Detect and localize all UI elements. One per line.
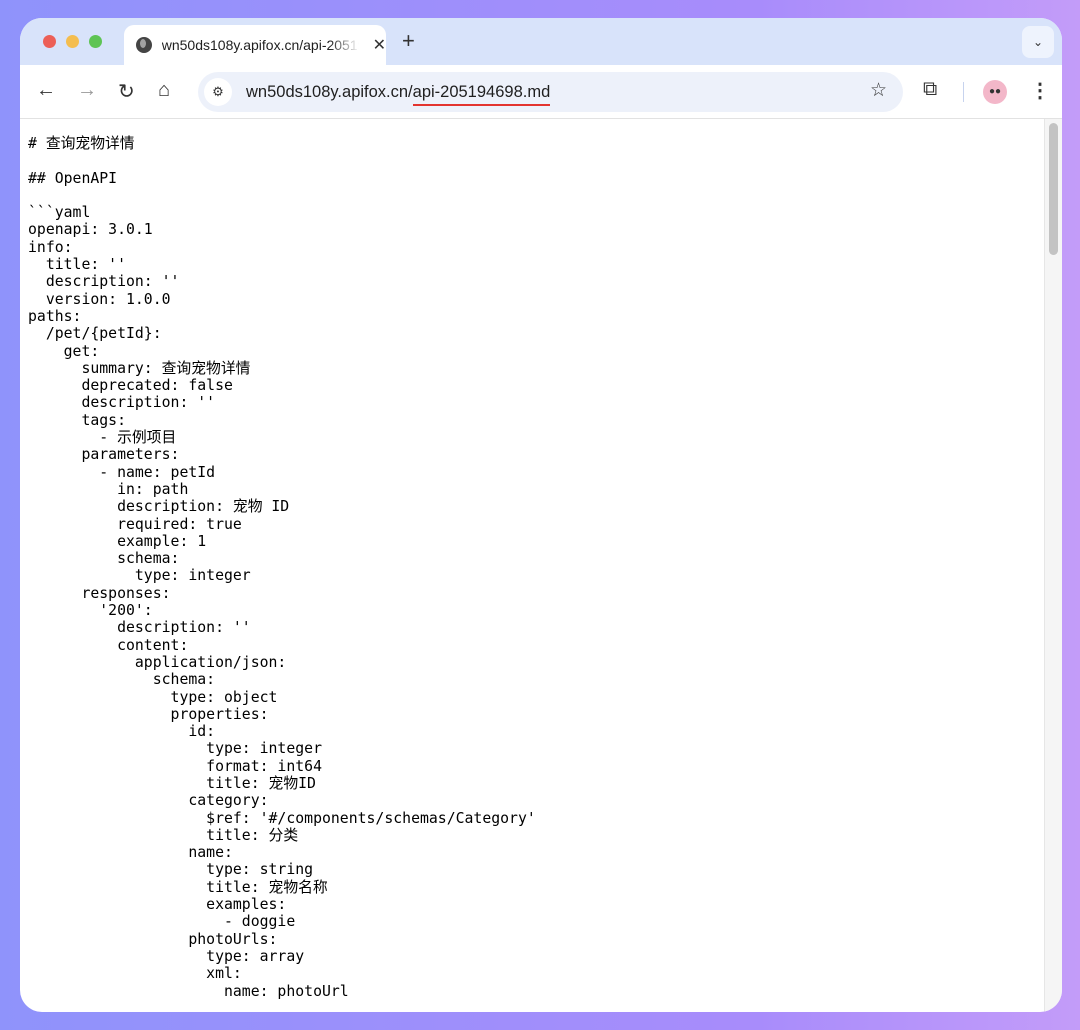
text-line: get:	[28, 342, 100, 360]
text-line: - doggie	[28, 913, 296, 931]
text-line: type: array	[28, 947, 305, 965]
text-line: name: photoUrl	[28, 982, 349, 1000]
text-line: description: ''	[28, 273, 180, 291]
new-tab-button[interactable]: +	[402, 28, 415, 54]
text-line: ```yaml	[28, 204, 91, 222]
scrollbar-thumb[interactable]	[1049, 123, 1058, 255]
minimize-window-button[interactable]	[66, 35, 79, 48]
text-line: title: 分类	[28, 826, 299, 844]
text-line: type: string	[28, 861, 314, 879]
text-line: - name: petId	[28, 463, 216, 481]
page-content: # 查询宠物详情 ## OpenAPI ```yaml openapi: 3.0.1 i…	[20, 119, 1062, 1012]
divider	[963, 82, 964, 102]
text-line: title: 宠物ID	[28, 774, 316, 792]
text-line: description: ''	[28, 394, 216, 412]
text-line: id:	[28, 723, 216, 741]
close-window-button[interactable]	[43, 35, 56, 48]
extensions-puzzle-icon[interactable]: ⧉	[923, 78, 937, 101]
text-line: version: 1.0.0	[28, 290, 171, 308]
text-line: tags:	[28, 411, 126, 429]
scrollbar[interactable]	[1044, 119, 1062, 1012]
text-line: title: 宠物名称	[28, 878, 328, 896]
text-line: '200':	[28, 602, 153, 620]
text-line: # 查询宠物详情	[28, 135, 135, 152]
close-tab-icon[interactable]: ✕	[373, 35, 386, 55]
address-bar[interactable]: ⚙ wn50ds108y.apifox.cn/api-205194698.md …	[198, 72, 903, 112]
text-line: - 示例项目	[28, 429, 177, 447]
toolbar: ← → ↻ ⌂ ⚙ wn50ds108y.apifox.cn/api-20519…	[20, 65, 1062, 119]
browser-window: wn50ds108y.apifox.cn/api-205194698.md ✕ …	[20, 18, 1062, 1012]
text-line: schema:	[28, 550, 180, 568]
tab-active[interactable]: wn50ds108y.apifox.cn/api-205194698.md ✕	[124, 25, 386, 65]
text-line: format: int64	[28, 757, 322, 775]
tab-search-chevron-down-icon[interactable]: ⌄	[1022, 26, 1054, 58]
text-line: in: path	[28, 480, 189, 498]
text-line: type: object	[28, 688, 278, 706]
profile-avatar[interactable]: ●●	[983, 80, 1007, 104]
text-line: summary: 查询宠物详情	[28, 359, 251, 377]
text-line: paths:	[28, 307, 82, 325]
text-line: info:	[28, 238, 73, 256]
text-line: content:	[28, 636, 189, 654]
text-line: type: integer	[28, 567, 251, 585]
text-line	[28, 187, 536, 204]
url-text[interactable]: wn50ds108y.apifox.cn/api-205194698.md	[246, 83, 550, 102]
globe-icon	[136, 37, 152, 53]
text-line: example: 1	[28, 532, 207, 550]
url-path: api-205194698.md	[412, 82, 551, 101]
site-settings-icon[interactable]: ⚙	[204, 78, 232, 106]
text-line: parameters:	[28, 446, 180, 464]
text-line: application/json:	[28, 653, 287, 671]
text-line: category:	[28, 792, 269, 810]
home-button[interactable]: ⌂	[158, 79, 170, 102]
reload-button[interactable]: ↻	[118, 79, 135, 104]
text-line: photoUrls:	[28, 930, 278, 948]
text-line: schema:	[28, 671, 216, 689]
text-line: openapi: 3.0.1	[28, 221, 153, 239]
text-line: /pet/{petId}:	[28, 325, 162, 343]
text-line: description: ''	[28, 619, 251, 637]
tab-bar: wn50ds108y.apifox.cn/api-205194698.md ✕ …	[20, 18, 1062, 65]
text-line: title: ''	[28, 256, 126, 274]
bookmark-star-icon[interactable]: ☆	[870, 79, 887, 102]
markdown-text: # 查询宠物详情 ## OpenAPI ```yaml openapi: 3.0.1 i…	[28, 135, 536, 1000]
text-line: $ref: '#/components/schemas/Category'	[28, 809, 536, 827]
text-line: required: true	[28, 515, 242, 533]
text-line	[28, 152, 536, 169]
text-line: ## OpenAPI	[28, 169, 118, 187]
text-line: name:	[28, 844, 233, 862]
text-line: deprecated: false	[28, 377, 233, 395]
forward-button[interactable]: →	[77, 79, 97, 102]
text-line: xml:	[28, 965, 242, 983]
tab-title: wn50ds108y.apifox.cn/api-205194698.md	[161, 37, 359, 53]
text-line: properties:	[28, 705, 269, 723]
maximize-window-button[interactable]	[89, 35, 102, 48]
more-menu-icon[interactable]: ⋮	[1030, 78, 1050, 103]
text-line: responses:	[28, 584, 171, 602]
text-line: examples:	[28, 896, 287, 914]
back-button[interactable]: ←	[36, 79, 56, 102]
url-host: wn50ds108y.apifox.cn/	[246, 82, 413, 101]
text-line: type: integer	[28, 740, 322, 758]
text-line: description: 宠物 ID	[28, 498, 290, 516]
